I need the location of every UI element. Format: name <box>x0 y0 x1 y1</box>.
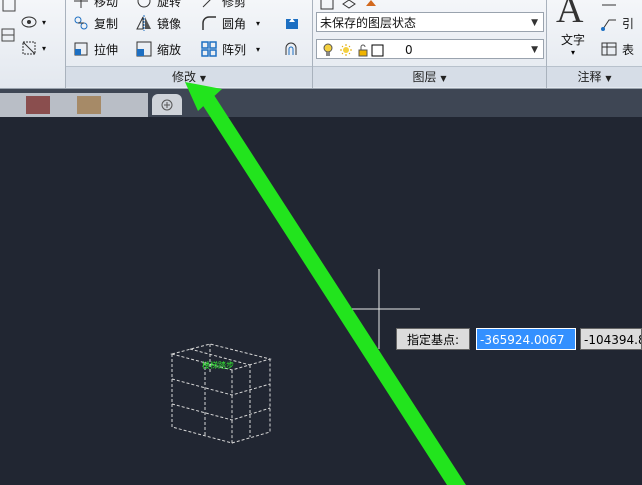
plus-icon <box>161 99 173 111</box>
file-tab-active[interactable] <box>0 93 148 117</box>
layer-state-dropdown[interactable]: 未保存的图层状态 ▼ <box>316 12 544 32</box>
rotate-label: 旋转 <box>157 0 182 9</box>
layers-panel-title[interactable]: 图层 ▼ <box>313 66 546 87</box>
stretch-icon <box>72 40 90 58</box>
ribbon: ▾ ▾ 移动 旋转 修剪 复制 镜像 圆角 ▾ 拉伸 缩放 阵列 ▾ 修改 ▼ … <box>0 0 642 89</box>
mirror-button[interactable]: 镜像 <box>135 12 181 34</box>
explode-icon <box>283 14 301 32</box>
file-thumbnail <box>77 96 101 114</box>
leader-button[interactable]: 引 <box>600 12 634 34</box>
partial-tool-1[interactable] <box>0 0 18 16</box>
sun-icon <box>340 44 352 56</box>
offset-button[interactable] <box>283 38 301 60</box>
lightbulb-icon <box>323 43 333 56</box>
text-tool-label: 文字 <box>561 32 586 47</box>
copy-button[interactable]: 复制 <box>72 12 118 34</box>
layer-state-value: 未保存的图层状态 <box>320 16 417 30</box>
stretch-button[interactable]: 拉伸 <box>72 38 118 60</box>
array-dropdown-icon[interactable]: ▾ <box>256 45 260 54</box>
base-point-prompt: 指定基点: <box>396 328 470 350</box>
move-icon <box>72 0 90 10</box>
modify-panel-title[interactable]: 修改 ▼ <box>66 66 312 87</box>
stair-label: 楼梯踏步 <box>202 361 234 370</box>
layer-off-icon <box>362 0 380 12</box>
annotation-panel-title[interactable]: 注释 ▼ <box>547 66 642 87</box>
scale-label: 缩放 <box>157 42 182 57</box>
mirror-icon <box>135 14 153 32</box>
text-tool-button[interactable]: 文字 <box>561 28 585 50</box>
fillet-label: 圆角 <box>222 16 247 31</box>
rotate-button[interactable]: 旋转 <box>135 0 181 12</box>
leader-icon <box>600 14 618 32</box>
fillet-button[interactable]: 圆角 ▾ <box>200 12 260 34</box>
stair-3d-object[interactable] <box>170 343 272 444</box>
partial-tool-2[interactable] <box>0 24 18 46</box>
table-button[interactable]: 表 <box>600 38 634 60</box>
eye-icon <box>20 13 38 31</box>
trim-button[interactable]: 修剪 <box>200 0 246 12</box>
layer-props-icon <box>318 0 336 12</box>
move-label: 移动 <box>94 0 119 9</box>
layers-title-text: 图层 <box>412 70 437 84</box>
offset-icon <box>283 40 301 58</box>
boundary-icon <box>20 39 38 57</box>
file-thumbnail <box>26 96 50 114</box>
mirror-label: 镜像 <box>157 16 182 31</box>
grid-icon <box>0 26 18 44</box>
trim-label: 修剪 <box>222 0 247 9</box>
chevron-down-icon: ▼ <box>531 45 538 55</box>
array-label: 阵列 <box>222 42 247 57</box>
coord-y-input[interactable]: -104394.8 <box>580 328 642 350</box>
scale-button[interactable]: 缩放 <box>135 38 181 60</box>
fillet-icon <box>200 14 218 32</box>
stretch-label: 拉伸 <box>94 42 119 57</box>
move-button[interactable]: 移动 <box>72 0 118 12</box>
tool-icon <box>0 0 18 14</box>
array-button[interactable]: 阵列 ▾ <box>200 38 260 60</box>
new-tab-button[interactable] <box>152 94 182 115</box>
copy-label: 复制 <box>94 16 119 31</box>
boundary-dropdown-button[interactable]: ▾ <box>20 37 46 59</box>
file-tab-bar <box>0 89 642 117</box>
chevron-down-icon: ▼ <box>531 18 538 28</box>
drawing-canvas[interactable]: 楼梯踏步 <box>0 117 642 485</box>
explode-button[interactable] <box>283 12 301 34</box>
color-swatch-icon <box>371 44 384 57</box>
array-icon <box>200 40 218 58</box>
rotate-icon <box>135 0 153 10</box>
annotation-title-text: 注释 <box>577 70 602 84</box>
fillet-dropdown-icon[interactable]: ▾ <box>256 19 260 28</box>
scale-icon <box>135 40 153 58</box>
text-dropdown-icon[interactable]: ▾ <box>571 48 575 57</box>
view-dropdown-button[interactable]: ▾ <box>20 11 46 33</box>
layer-icon <box>340 0 358 12</box>
table-label: 表 <box>622 42 635 57</box>
coord-x-input[interactable]: -365924.0067 <box>476 328 576 350</box>
copy-icon <box>72 14 90 32</box>
trim-icon <box>200 0 218 10</box>
modify-title-text: 修改 <box>172 70 197 84</box>
layer-dropdown[interactable]: 0 ▼ <box>316 39 544 59</box>
lock-icon <box>358 44 368 57</box>
layer-name-value: 0 <box>405 43 413 57</box>
table-icon <box>600 40 618 58</box>
leader-label: 引 <box>622 16 635 31</box>
